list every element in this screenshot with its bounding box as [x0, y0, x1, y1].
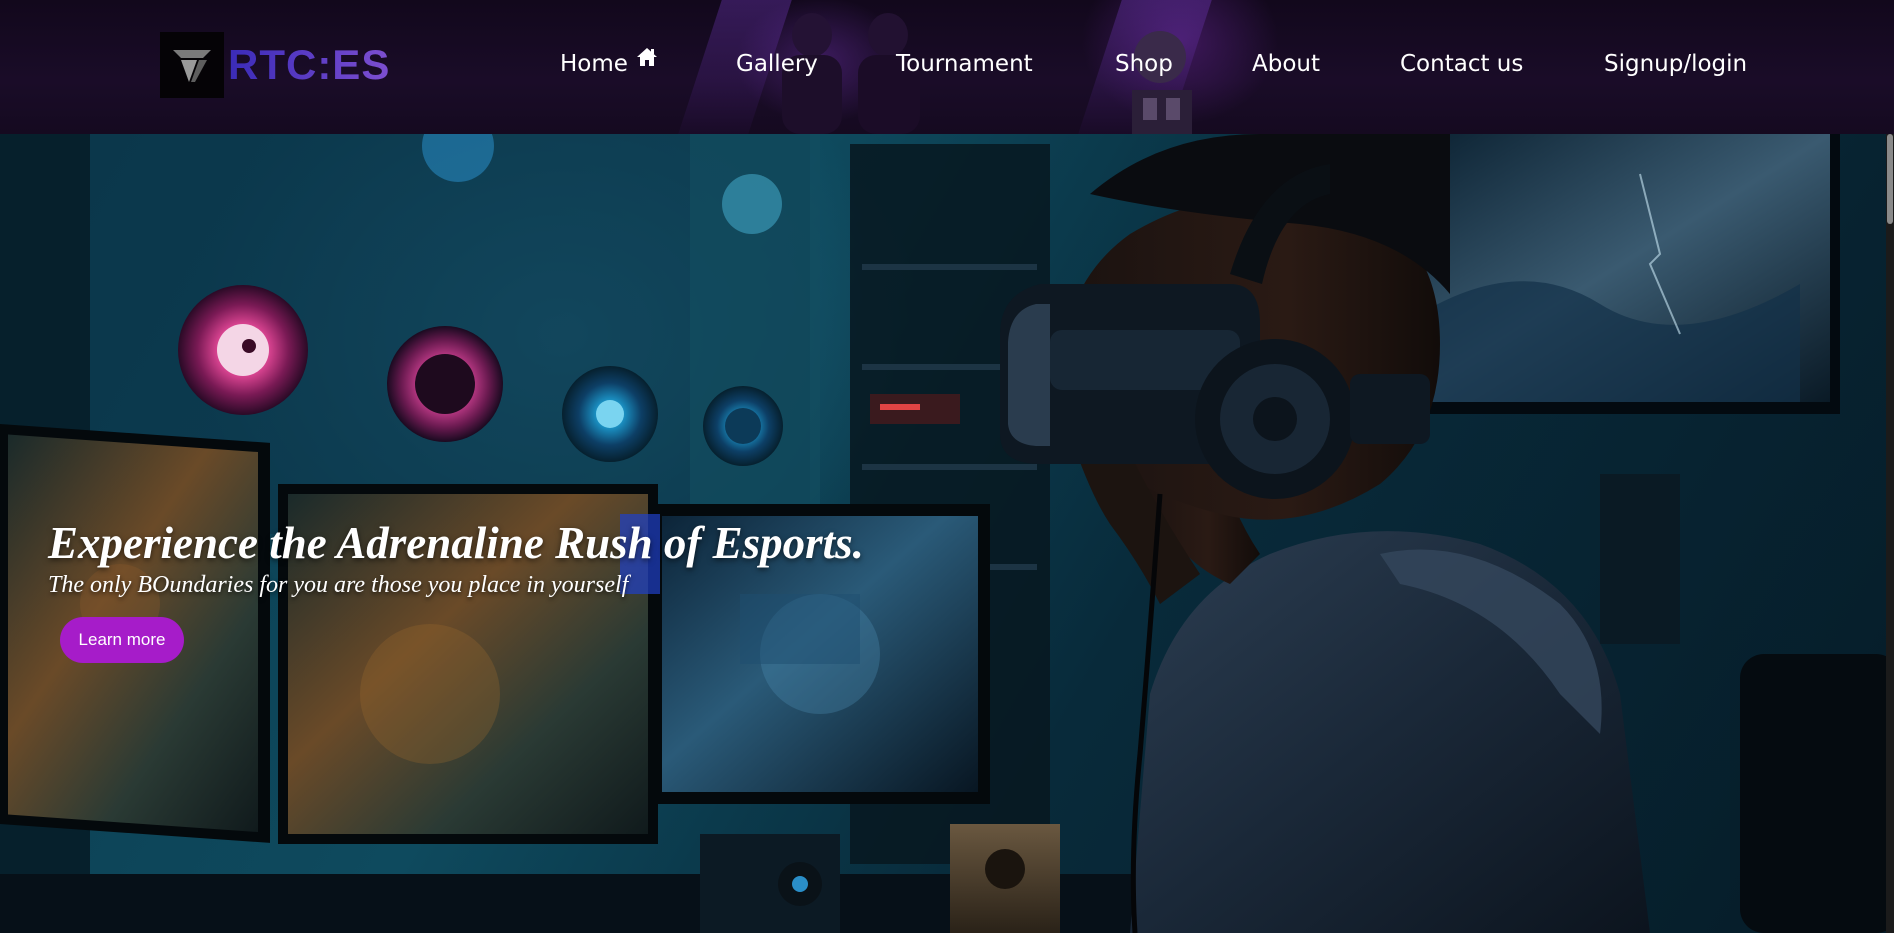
hero-text-block: Experience the Adrenaline Rush of Esport… — [48, 516, 864, 600]
nav-item-contact-us[interactable]: Contact us — [1400, 50, 1523, 78]
nav-item-label: Gallery — [736, 51, 818, 77]
page: RTC:ES Home Gallery Tournament Shop Abou… — [0, 0, 1894, 933]
hero-title: Experience the Adrenaline Rush of Esport… — [48, 518, 864, 568]
nav-item-label: Home — [560, 51, 628, 77]
nav-item-label: Shop — [1115, 51, 1173, 77]
nav-item-label: Signup/login — [1604, 51, 1748, 77]
site-header: RTC:ES Home Gallery Tournament Shop Abou… — [0, 0, 1894, 134]
nav-item-home[interactable]: Home — [560, 48, 658, 78]
nav-item-shop[interactable]: Shop — [1115, 50, 1173, 78]
hero-subtitle: The only BOundaries for you are those yo… — [48, 572, 629, 598]
nav-item-label: About — [1252, 51, 1321, 77]
nav-item-tournament[interactable]: Tournament — [896, 50, 1033, 78]
nav-item-label: Contact us — [1400, 51, 1524, 77]
home-icon — [636, 46, 658, 74]
hero-section: Experience the Adrenaline Rush of Esport… — [0, 134, 1886, 933]
learn-more-button[interactable]: Learn more — [60, 617, 184, 663]
nav-item-label: Tournament — [896, 51, 1033, 77]
scrollbar-thumb[interactable] — [1887, 134, 1893, 224]
nav-item-about[interactable]: About — [1252, 50, 1320, 78]
main-nav: Home Gallery Tournament Shop About Conta… — [0, 44, 1894, 84]
page-scrollbar[interactable] — [1886, 134, 1894, 933]
nav-item-gallery[interactable]: Gallery — [736, 50, 818, 78]
nav-item-signup-login[interactable]: Signup/login — [1604, 50, 1747, 78]
